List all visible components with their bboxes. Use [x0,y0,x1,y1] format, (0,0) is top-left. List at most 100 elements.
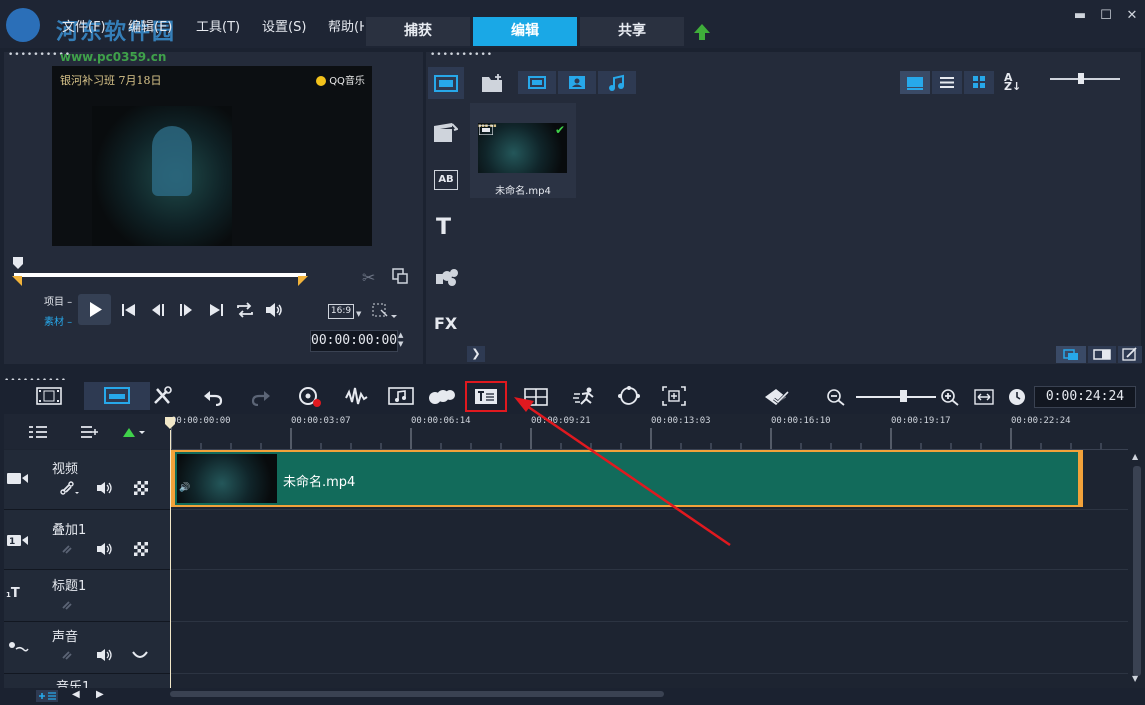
playhead-marker[interactable] [164,416,176,430]
play-button[interactable] [78,294,111,325]
sort-az-icon[interactable]: A Z↓ [1004,72,1021,92]
menu-edit[interactable]: 编辑(E) [128,16,172,35]
transition-category-icon[interactable]: AB [434,170,458,190]
fit-project-icon[interactable] [974,388,994,406]
aspect-ratio-button[interactable]: 16:9 [328,304,354,319]
expand-library-button[interactable]: ❯ [467,346,485,362]
trim-start-handle[interactable] [12,276,22,286]
undo-icon[interactable] [202,388,224,406]
upload-arrow-icon[interactable] [692,22,712,42]
split-scissors-icon[interactable]: ✂ [362,268,375,287]
ripple-edit-icon[interactable] [122,426,146,438]
tab-capture[interactable]: 捕获 [366,17,470,46]
link-icon[interactable] [60,542,74,556]
timeline-video-clip[interactable]: 🔊 未命名.mp4 [171,450,1083,507]
volume-icon[interactable] [264,302,284,318]
add-track-button[interactable] [36,690,58,702]
auto-music-icon[interactable] [388,386,414,406]
trim-bar[interactable] [14,273,306,277]
tab-edit[interactable]: 编辑 [473,17,577,46]
go-to-end-icon[interactable] [208,303,224,317]
trim-end-handle[interactable] [298,276,308,286]
link-icon[interactable] [60,481,80,495]
link-icon[interactable] [60,598,74,612]
link-icon[interactable] [60,648,74,662]
minimize-icon[interactable]: ▬ [1070,8,1090,26]
zoom-in-icon[interactable] [940,388,960,406]
timecode-stepper[interactable]: ▲ ▼ [398,331,403,349]
go-to-start-icon[interactable] [121,303,137,317]
thumbnail-size-handle[interactable] [1078,73,1084,84]
subtitle-editor-button[interactable] [465,381,507,412]
title-category-icon[interactable]: T [436,216,451,240]
close-icon[interactable]: ✕ [1122,8,1142,26]
maximize-icon[interactable]: ☐ [1096,8,1116,26]
track-lane-title[interactable] [171,570,1128,622]
track-manager-icon[interactable] [28,425,48,439]
crop-select-icon[interactable] [372,303,398,321]
preview-timecode-field[interactable]: 00:00:00:00 [310,330,398,352]
aspect-dropdown-icon[interactable]: ▼ [356,310,361,318]
scroll-left-icon[interactable]: ◀ [72,689,80,700]
show-photos-button[interactable] [558,71,596,94]
menu-tools[interactable]: 工具(T) [196,16,240,35]
show-library-panel-button[interactable] [1056,346,1086,363]
scroll-down-icon[interactable]: ▼ [1132,674,1138,683]
library-grip[interactable]: •••••••••• [430,50,493,60]
show-audio-button[interactable] [598,71,636,94]
mode-clip[interactable]: 素材 – [44,313,72,328]
mode-project[interactable]: 项目 – [44,293,72,308]
mask-creator-icon[interactable] [616,386,642,406]
scroll-right-icon[interactable]: ▶ [96,689,104,700]
chapter-cue-icon[interactable] [80,425,100,439]
track-header-music[interactable]: 音乐1 [4,674,170,688]
scrubber-handle[interactable] [12,256,24,270]
redo-icon[interactable] [250,388,272,406]
graphics-category-icon[interactable] [434,264,460,288]
track-lane-overlay[interactable] [171,510,1128,570]
filter-fx-icon[interactable]: FX [434,314,457,333]
zoom-out-icon[interactable] [826,388,846,406]
timeline-zoom-handle[interactable] [900,390,907,402]
vertical-scroll-thumb[interactable] [1133,466,1141,676]
timeline-view-button[interactable] [84,382,150,410]
enlarge-preview-icon[interactable] [392,268,408,284]
repeat-icon[interactable] [235,302,255,318]
motion-tracking-icon[interactable] [428,388,456,406]
previous-frame-icon[interactable] [150,303,166,317]
instant-project-icon[interactable] [432,122,458,144]
horizontal-scrollbar[interactable] [170,691,664,697]
audio-ducking-icon[interactable] [132,650,148,660]
track-volume-icon[interactable] [96,481,114,495]
speed-time-remap-icon[interactable] [572,386,598,406]
edit-options-button[interactable] [1118,346,1142,363]
scroll-up-icon[interactable]: ▲ [1132,452,1138,461]
sound-mixer-icon[interactable] [344,386,370,406]
record-capture-icon[interactable] [298,386,322,408]
grid-view-button[interactable] [964,71,994,94]
show-videos-button[interactable] [518,71,556,94]
tab-share[interactable]: 共享 [580,17,684,46]
tools-icon[interactable] [152,386,174,406]
list-view-button[interactable] [932,71,962,94]
import-folder-icon[interactable] [480,72,506,94]
media-category-button[interactable] [428,67,464,99]
timeline-grip[interactable]: •••••••••• [4,368,1145,386]
pan-zoom-icon[interactable] [662,386,686,406]
track-transparency-icon[interactable] [134,542,148,556]
thumbnail-size-slider[interactable] [1050,78,1120,80]
thumbnail-view-button[interactable] [900,71,930,94]
menu-file[interactable]: 文件(F) [62,16,106,35]
smart-proxy-icon[interactable] [764,387,790,407]
menu-settings[interactable]: 设置(S) [262,16,306,35]
track-lane-voice[interactable] [171,622,1128,674]
storyboard-view-icon[interactable] [36,386,62,406]
library-clip-item[interactable]: ▪▪▪ ▪▪ ✔ 未命名.mp4 [470,103,576,198]
next-frame-icon[interactable] [178,303,194,317]
track-transparency-icon[interactable] [134,481,148,495]
menu-help[interactable]: 帮助(H) [328,16,364,35]
multi-camera-icon[interactable] [524,387,548,407]
timeline-zoom-slider[interactable] [856,396,936,398]
show-options-panel-button[interactable] [1088,346,1116,363]
track-volume-icon[interactable] [96,542,114,556]
